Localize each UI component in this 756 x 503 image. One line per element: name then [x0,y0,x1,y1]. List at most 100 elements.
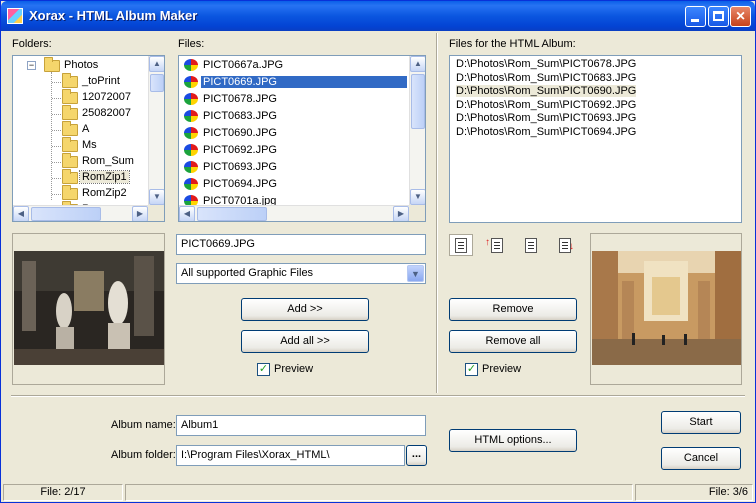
album-files-label: Files for the HTML Album: [449,38,576,50]
folder-icon [62,153,78,168]
right-preview-frame [590,233,742,385]
scroll-right-button[interactable]: ▶ [132,206,148,221]
app-icon [7,8,23,24]
file-name: PICT0669.JPG [201,76,407,88]
scroll-up-button[interactable]: ▲ [410,56,425,72]
scroll-left-button[interactable]: ◀ [13,206,29,221]
image-file-icon [183,109,199,123]
arrow-down-icon: ↓ [569,241,574,252]
tree-item-label: RomZip1 [79,170,130,184]
album-file-item[interactable]: D:\Photos\Rom_Sum\PICT0692.JPG [456,99,636,111]
preview-right-label: Preview [482,363,522,375]
tree-line [52,178,61,179]
files-list[interactable]: PICT0667a.JPG PICT0669.JPG PICT0678.JPG PIC… [178,55,426,222]
status-right: File: 3/6 [635,484,753,501]
scroll-right-button[interactable]: ▶ [393,206,409,221]
folder-tree[interactable]: − Photos _toPrint 12072007 25082007 A Ms Rom_… [12,55,165,222]
image-file-icon [183,177,199,191]
album-file-item[interactable]: D:\Photos\Rom_Sum\PICT0694.JPG [456,126,636,138]
scroll-thumb[interactable] [197,207,267,221]
file-name: PICT0667a.JPG [203,59,284,71]
app-window: Xorax - HTML Album Maker × Folders: File… [0,0,756,503]
file-name: PICT0690.JPG [203,127,277,139]
collapse-expander[interactable]: − [27,61,36,70]
album-file-item[interactable]: D:\Photos\Rom_Sum\PICT0683.JPG [456,72,636,84]
album-folder-label: Album folder: [111,449,176,461]
tree-item-label: 25082007 [82,107,131,119]
browse-folder-button[interactable]: ... [406,445,427,466]
maximize-icon [713,11,724,21]
file-name: PICT0692.JPG [203,144,277,156]
right-preview-image [592,251,741,365]
document-button[interactable] [519,234,543,256]
close-button[interactable]: × [730,6,751,27]
chevron-down-icon[interactable]: ▼ [407,265,424,282]
move-up-button[interactable]: ↑ [483,234,507,256]
tree-line [51,72,52,200]
folder-icon [62,73,78,88]
tree-item-label: 12072007 [82,91,131,103]
folder-icon [62,121,78,136]
image-file-icon [183,126,199,140]
filter-combo[interactable]: All supported Graphic Files ▼ [176,263,426,284]
html-options-button[interactable]: HTML options... [449,429,577,452]
title-bar[interactable]: Xorax - HTML Album Maker × [1,1,755,31]
scroll-up-button[interactable]: ▲ [149,56,164,72]
add-all-button[interactable]: Add all >> [241,330,369,353]
image-file-icon [183,143,199,157]
cancel-button[interactable]: Cancel [661,447,741,470]
start-button[interactable]: Start [661,411,741,434]
scroll-down-button[interactable]: ▼ [149,189,164,205]
filter-combo-value: All supported Graphic Files [181,267,314,279]
scroll-thumb[interactable] [411,74,425,129]
preview-left-checkbox[interactable]: ✓ [257,363,270,376]
folder-icon [62,105,78,120]
folder-horizontal-scrollbar[interactable]: ◀ ▶ [13,205,148,221]
tree-line [52,98,61,99]
file-name: PICT0683.JPG [203,110,277,122]
left-preview-image [14,251,164,365]
album-file-item[interactable]: D:\Photos\Rom_Sum\PICT0690.JPG [456,85,637,97]
tree-item-label: _toPrint [82,75,120,87]
file-name: PICT0693.JPG [203,161,277,173]
filename-field[interactable]: PICT0669.JPG [176,234,426,255]
document-lines-icon [525,238,537,253]
folder-icon [62,169,78,184]
image-file-icon [183,92,199,106]
minimize-icon [691,19,699,22]
album-name-input[interactable]: Album1 [176,415,426,436]
status-bar: File: 2/17 File: 3/6 [1,482,755,502]
files-vertical-scrollbar[interactable]: ▲ ▼ [409,56,425,205]
remove-button[interactable]: Remove [449,298,577,321]
arrow-up-icon: ↑ [485,237,490,248]
preview-left-label: Preview [274,363,314,375]
files-horizontal-scrollbar[interactable]: ◀ ▶ [179,205,409,221]
file-name: PICT0694.JPG [203,178,277,190]
image-file-icon [183,75,199,89]
album-folder-input[interactable]: I:\Program Files\Xorax_HTML\ [176,445,405,466]
scroll-thumb[interactable] [150,74,164,92]
album-files-list[interactable]: D:\Photos\Rom_Sum\PICT0678.JPG D:\Photos\… [449,55,742,223]
minimize-button[interactable] [685,6,706,27]
add-button[interactable]: Add >> [241,298,369,321]
tree-line [52,130,61,131]
tree-item-label: Ms [82,139,97,151]
folder-vertical-scrollbar[interactable]: ▲ ▼ [148,56,164,205]
horizontal-separator [11,395,745,397]
album-file-item[interactable]: D:\Photos\Rom_Sum\PICT0678.JPG [456,58,636,70]
move-down-button[interactable]: ↓ [553,234,577,256]
view-list-button[interactable] [449,234,473,256]
tree-line [52,162,61,163]
preview-right-checkbox[interactable]: ✓ [465,363,478,376]
close-icon: × [735,8,746,25]
scroll-thumb[interactable] [31,207,101,221]
remove-all-button[interactable]: Remove all [449,330,577,353]
scroll-corner [148,205,164,221]
scroll-left-button[interactable]: ◀ [179,206,195,221]
album-file-item[interactable]: D:\Photos\Rom_Sum\PICT0693.JPG [456,112,636,124]
tree-item-label: RomZip2 [82,187,127,199]
tree-line [52,82,61,83]
scroll-down-button[interactable]: ▼ [410,189,425,205]
image-file-icon [183,58,199,72]
maximize-button[interactable] [708,6,729,27]
